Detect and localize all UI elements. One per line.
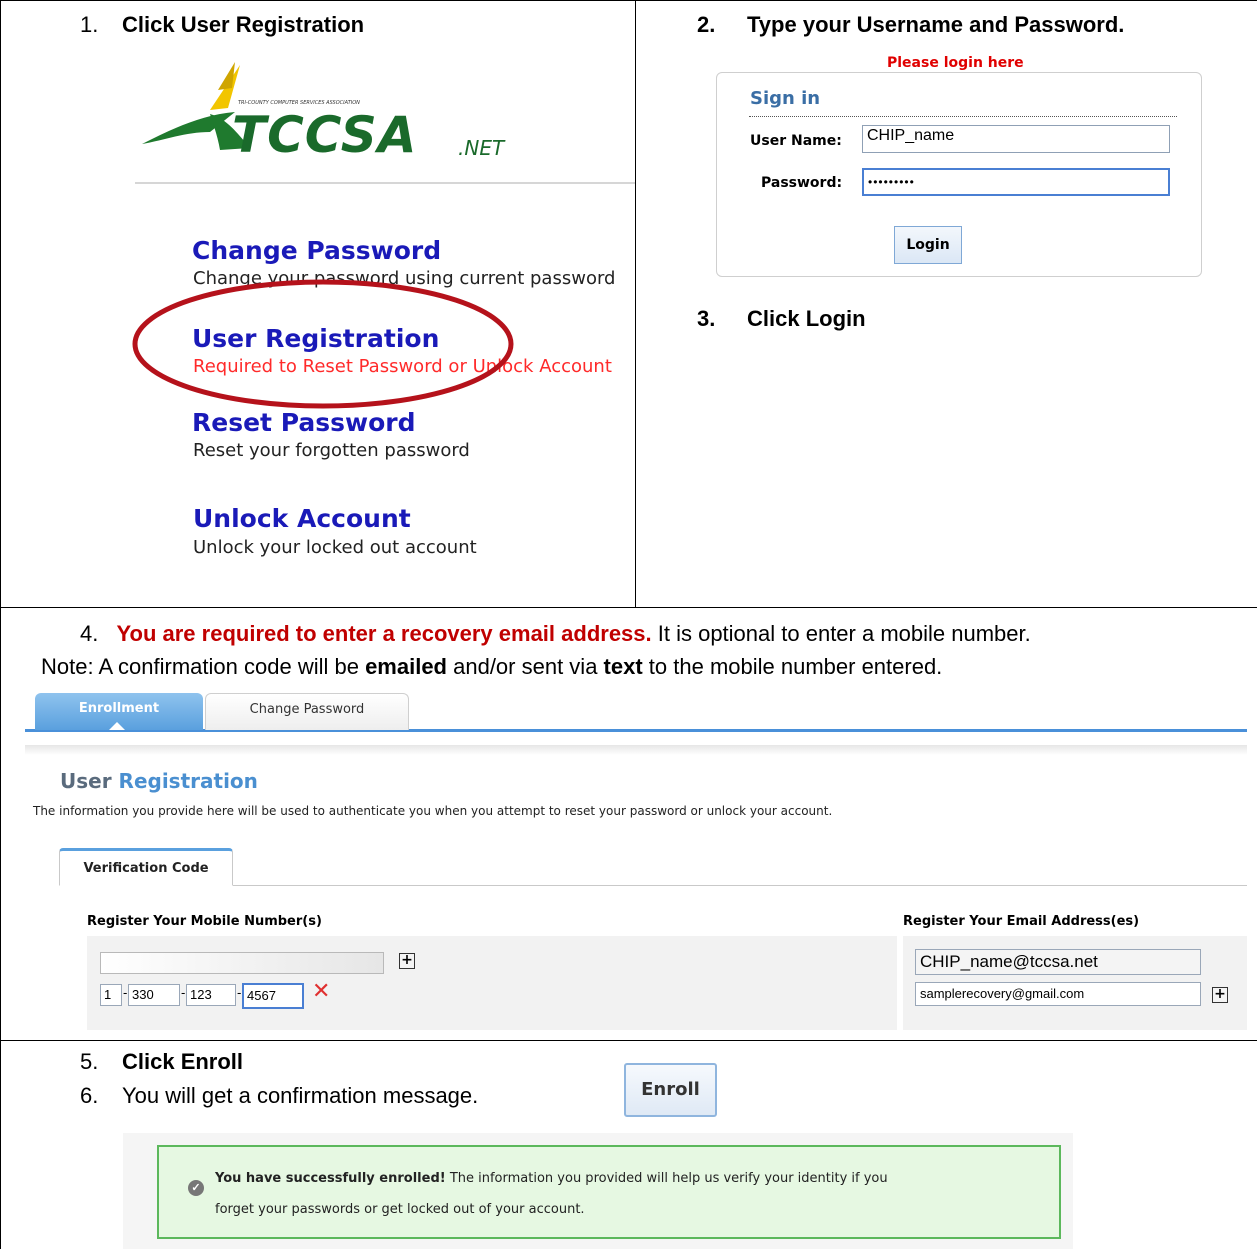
unlock-account-desc: Unlock your locked out account (193, 537, 477, 558)
step-2-text: Type your Username and Password. (747, 12, 1125, 37)
unlock-account-link[interactable]: Unlock Account (193, 504, 411, 533)
phone-line-input[interactable]: 4567 (242, 983, 304, 1009)
step-6-text: You will get a confirmation message. (122, 1083, 479, 1108)
email-input-1[interactable]: CHIP_name@tccsa.net (915, 949, 1201, 975)
subtab-line (59, 885, 1247, 886)
registration-title-user: User (60, 769, 119, 793)
logo-suffix: .NET (458, 136, 505, 160)
step-4-optional: It is optional to enter a mobile number. (651, 621, 1031, 646)
registration-description: The information you provide here will be… (33, 804, 833, 818)
phone-dash-1: - (123, 985, 128, 1000)
change-password-link[interactable]: Change Password (192, 236, 441, 265)
logo-text: TCCSA (232, 106, 418, 164)
confirmation-message: ✓ You have successfully enrolled! The in… (157, 1145, 1061, 1239)
confirmation-line-1: You have successfully enrolled! The info… (215, 1171, 888, 1186)
registration-title-registration: Registration (118, 769, 258, 793)
sign-in-divider (749, 116, 1177, 117)
panel-shadow (25, 745, 1247, 755)
password-input[interactable]: ••••••••• (862, 168, 1170, 196)
reset-password-desc: Reset your forgotten password (193, 440, 470, 461)
step-5-text: Click Enroll (122, 1049, 244, 1074)
table-border-left (0, 0, 1, 1249)
add-mobile-icon[interactable]: + (399, 953, 415, 969)
phone-dash-3: - (237, 985, 242, 1000)
tab-change-password[interactable]: Change Password (205, 693, 409, 730)
phone-prefix-input[interactable]: 123 (186, 984, 236, 1006)
success-check-icon: ✓ (188, 1180, 204, 1196)
step-4-line: 4. You are required to enter a recovery … (80, 621, 1031, 647)
note-line: Note: A confirmation code will be emaile… (41, 654, 942, 680)
email-input-2[interactable]: samplerecovery@gmail.com (915, 982, 1201, 1006)
password-label: Password: (761, 175, 843, 191)
table-divider-row2 (0, 1040, 1257, 1041)
step-2-number: 2. (697, 12, 716, 37)
confirmation-text-1: The information you provided will help u… (445, 1171, 888, 1186)
login-button[interactable]: Login (894, 226, 962, 264)
mobile-carrier-select[interactable] (100, 952, 384, 974)
tab-verification-code[interactable]: Verification Code (59, 848, 233, 886)
registration-title: User Registration (60, 769, 258, 793)
phone-dash-2: - (181, 985, 186, 1000)
username-label: User Name: (750, 133, 842, 149)
logo-separator (135, 182, 635, 184)
add-email-icon[interactable]: + (1212, 987, 1228, 1003)
table-divider-vertical (635, 0, 636, 608)
table-border-top (0, 0, 1257, 1)
tab-enrollment-pointer (109, 722, 125, 730)
step-6-number: 6. (80, 1083, 99, 1108)
tccsa-logo: TRI-COUNTY COMPUTER SERVICES ASSOCIATION… (140, 60, 540, 164)
step-1-text: Click User Registration (122, 12, 365, 37)
phone-country-input[interactable]: 1 (100, 984, 122, 1006)
email-heading: Register Your Email Address(es) (903, 914, 1140, 929)
step-1-number: 1. (80, 12, 99, 37)
note-emailed: emailed (365, 654, 447, 679)
username-input[interactable]: CHIP_name (862, 125, 1170, 153)
note-suffix: to the mobile number entered. (642, 654, 943, 679)
step-3-number: 3. (697, 306, 716, 331)
confirmation-bold: You have successfully enrolled! (215, 1171, 446, 1186)
note-text: text (603, 654, 643, 679)
note-prefix: Note: A confirmation code will be (41, 654, 366, 679)
step-4-required: You are required to enter a recovery ema… (116, 621, 652, 646)
sign-in-heading: Sign in (750, 88, 821, 109)
phone-area-input[interactable]: 330 (128, 984, 180, 1006)
step-4-number: 4. (80, 621, 99, 646)
step-3-text: Click Login (747, 306, 866, 331)
confirmation-line-2: forget your passwords or get locked out … (215, 1202, 585, 1217)
remove-mobile-icon[interactable]: ✕ (312, 979, 330, 1004)
login-panel: Sign in User Name: CHIP_name Password: •… (716, 72, 1202, 277)
enroll-button[interactable]: Enroll (624, 1063, 717, 1117)
mobile-panel (87, 936, 897, 1030)
note-mid: and/or sent via (447, 654, 604, 679)
step-5-number: 5. (80, 1049, 99, 1074)
mobile-heading: Register Your Mobile Number(s) (87, 914, 322, 929)
enrollment-screenshot: Enrollment Change Password User Registra… (25, 685, 1247, 1040)
highlight-oval-icon (132, 279, 514, 409)
table-divider-row1 (0, 607, 1257, 608)
login-banner: Please login here (887, 55, 1024, 71)
